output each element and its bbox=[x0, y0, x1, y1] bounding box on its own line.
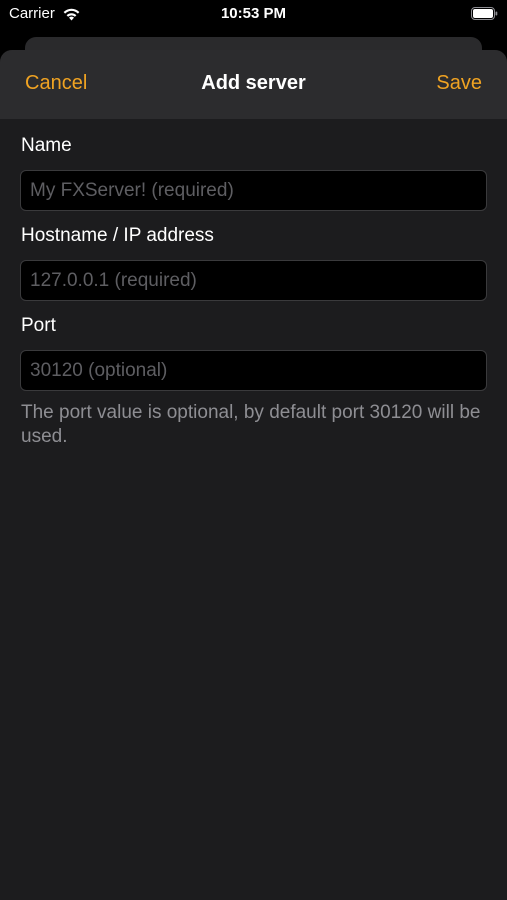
page-title: Add server bbox=[201, 72, 306, 94]
add-server-sheet: Cancel Add server Save Name Hostname / I… bbox=[0, 50, 507, 900]
port-help-text: The port value is optional, by default p… bbox=[21, 402, 481, 447]
status-time: 10:53 PM bbox=[220, 5, 287, 22]
battery-icon bbox=[471, 7, 498, 20]
name-label: Name bbox=[21, 135, 72, 156]
save-button[interactable]: Save bbox=[436, 72, 482, 95]
port-field[interactable] bbox=[20, 350, 487, 391]
port-label: Port bbox=[21, 315, 56, 336]
status-bar: Carrier 10:53 PM bbox=[0, 0, 507, 30]
name-field[interactable] bbox=[20, 170, 487, 211]
hostname-label: Hostname / IP address bbox=[21, 225, 214, 246]
hostname-field[interactable] bbox=[20, 260, 487, 301]
navigation-bar: Cancel Add server Save bbox=[0, 50, 507, 119]
